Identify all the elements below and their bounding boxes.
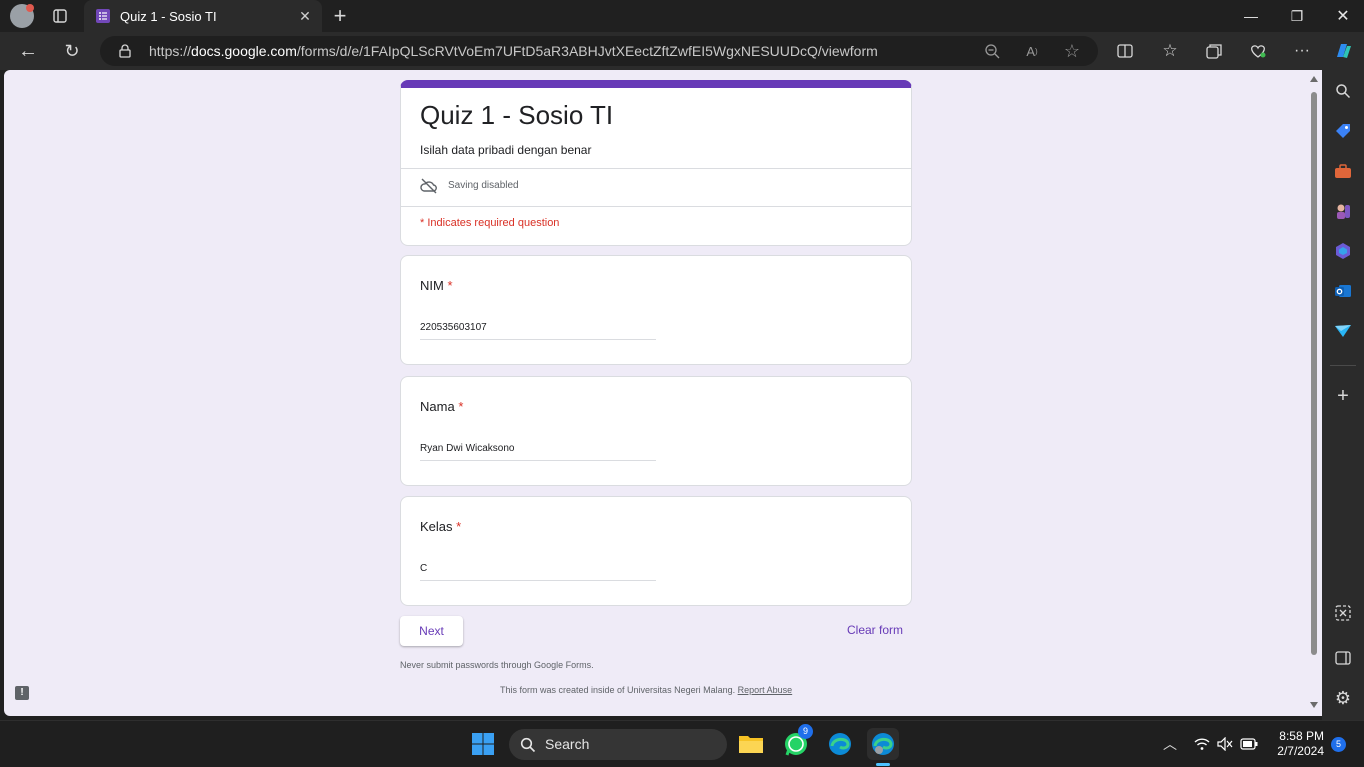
settings-gear-icon[interactable]: ⚙: [1332, 687, 1354, 709]
page-scrollbar[interactable]: [1306, 70, 1322, 716]
add-icon[interactable]: +: [1332, 385, 1354, 407]
saving-status: Saving disabled: [448, 180, 519, 191]
next-button[interactable]: Next: [400, 616, 463, 646]
clear-form-button[interactable]: Clear form: [847, 623, 903, 637]
taskbar-clock[interactable]: 8:58 PM 2/7/2024: [1277, 729, 1324, 759]
tab-title: Quiz 1 - Sosio TI: [120, 9, 217, 24]
chevron-up-icon[interactable]: ︿: [1155, 729, 1185, 759]
question-card-kelas: Kelas * C: [400, 496, 912, 606]
close-window-icon[interactable]: ✕: [1320, 0, 1364, 32]
required-note: * Indicates required question: [420, 217, 560, 229]
question-label: Kelas *: [420, 519, 462, 534]
report-abuse-link[interactable]: Report Abuse: [738, 685, 793, 695]
edge-sidebar: + ⚙: [1322, 70, 1364, 720]
back-icon[interactable]: ←: [13, 36, 43, 66]
browser-title-bar: Quiz 1 - Sosio TI ✕ + — ❐ ✕: [0, 0, 1364, 32]
active-indicator: [876, 763, 890, 766]
whatsapp-icon[interactable]: 9: [780, 724, 813, 760]
screenshot-icon[interactable]: [1332, 602, 1354, 624]
minimize-icon[interactable]: —: [1228, 0, 1274, 32]
form-description: Isilah data pribadi dengan benar: [420, 143, 592, 157]
profile-avatar[interactable]: [10, 4, 34, 28]
google-forms-icon: [96, 9, 110, 23]
browser-toolbar: ← ↻ https://docs.google.com/forms/d/e/1F…: [0, 32, 1364, 70]
games-icon[interactable]: [1332, 200, 1354, 222]
favorite-star-icon[interactable]: ☆: [1057, 36, 1087, 66]
address-bar[interactable]: https://docs.google.com/forms/d/e/1FAIpQ…: [100, 36, 1098, 66]
battery-icon[interactable]: [1234, 729, 1264, 759]
form-header-card: Quiz 1 - Sosio TI Isilah data pribadi de…: [400, 80, 912, 246]
close-tab-icon[interactable]: ✕: [296, 7, 314, 25]
sidebar-toggle-icon[interactable]: [1332, 647, 1354, 669]
form-page: Quiz 1 - Sosio TI Isilah data pribadi de…: [4, 70, 1322, 716]
created-inside-note: This form was created inside of Universi…: [500, 685, 793, 695]
whatsapp-badge: 9: [798, 724, 813, 739]
taskbar-search-box[interactable]: Search: [509, 729, 727, 760]
edge-profile-icon[interactable]: [867, 728, 899, 760]
scroll-up-arrow-icon[interactable]: [1310, 76, 1318, 82]
scrollbar-thumb[interactable]: [1311, 92, 1317, 655]
nim-input[interactable]: 220535603107: [420, 322, 656, 340]
refresh-icon[interactable]: ↻: [57, 36, 87, 66]
password-warning: Never submit passwords through Google Fo…: [400, 660, 594, 670]
tab-actions-icon[interactable]: [45, 1, 75, 31]
restore-icon[interactable]: ❐: [1274, 0, 1320, 32]
file-explorer-icon[interactable]: [735, 728, 767, 760]
feedback-icon[interactable]: !: [15, 686, 29, 700]
shopping-tag-icon[interactable]: [1332, 120, 1354, 142]
clock-date: 2/7/2024: [1277, 744, 1324, 758]
collections-icon[interactable]: [1199, 36, 1229, 66]
search-icon: [520, 737, 536, 758]
question-label: Nama *: [420, 399, 464, 414]
nama-input[interactable]: Ryan Dwi Wicaksono: [420, 443, 656, 461]
divider: [1330, 365, 1356, 366]
send-icon[interactable]: [1332, 320, 1354, 342]
cloud-off-icon: [420, 178, 438, 199]
tools-icon[interactable]: [1332, 160, 1354, 182]
clock-time: 8:58 PM: [1279, 729, 1324, 743]
tab-quiz[interactable]: Quiz 1 - Sosio TI ✕: [84, 0, 322, 32]
zoom-out-icon[interactable]: [977, 36, 1007, 66]
question-label: NIM *: [420, 278, 453, 293]
copilot-icon[interactable]: [1328, 36, 1358, 66]
lock-icon: [119, 44, 131, 63]
split-screen-icon[interactable]: [1110, 36, 1140, 66]
windows-taskbar: Search 9 ︿ 8:58 PM 2/7/2024 5: [0, 720, 1364, 767]
url-text: https://docs.google.com/forms/d/e/1FAIpQ…: [149, 43, 878, 59]
scroll-down-arrow-icon[interactable]: [1310, 702, 1318, 708]
divider: [401, 168, 911, 169]
question-card-nama: Nama * Ryan Dwi Wicaksono: [400, 376, 912, 486]
question-card-nim: NIM * 220535603107: [400, 255, 912, 365]
search-label: Search: [545, 736, 590, 752]
divider: [401, 206, 911, 207]
edge-icon[interactable]: [824, 728, 856, 760]
performance-icon[interactable]: [1243, 36, 1273, 66]
kelas-input[interactable]: C: [420, 563, 656, 581]
favorites-icon[interactable]: ☆: [1155, 36, 1185, 66]
outlook-icon[interactable]: [1332, 280, 1354, 302]
new-tab-icon[interactable]: +: [325, 1, 355, 31]
notification-badge[interactable]: 5: [1331, 737, 1346, 752]
more-menu-icon[interactable]: ···: [1287, 36, 1317, 66]
form-title: Quiz 1 - Sosio TI: [420, 100, 614, 130]
read-aloud-icon[interactable]: A): [1017, 36, 1047, 66]
office-icon[interactable]: [1332, 240, 1354, 262]
search-icon[interactable]: [1332, 80, 1354, 102]
windows-start-icon[interactable]: [467, 728, 499, 760]
